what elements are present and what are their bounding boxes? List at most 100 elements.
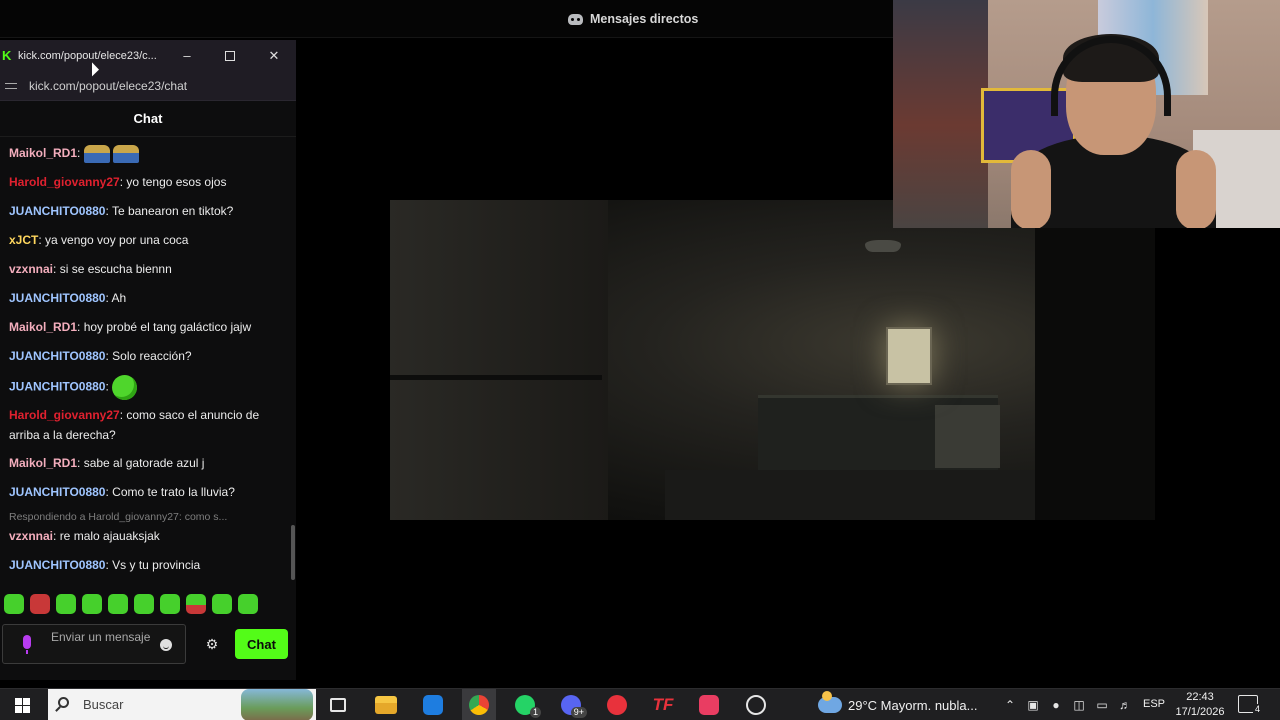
- webcam-shelf: [893, 0, 988, 228]
- discord-title-text: Mensajes directos: [590, 12, 699, 26]
- chat-username[interactable]: vzxnnai: [9, 262, 53, 276]
- stream-video[interactable]: [390, 200, 1155, 520]
- video-stove: [935, 405, 1000, 468]
- video-wall: [390, 200, 608, 520]
- start-button[interactable]: [10, 689, 34, 720]
- quick-emote[interactable]: [30, 594, 50, 614]
- chat-message[interactable]: Harold_giovanny27: como saco el anuncio …: [9, 405, 284, 445]
- address-bar[interactable]: kick.com/popout/elece23/chat: [0, 71, 296, 101]
- send-chat-button[interactable]: Chat: [235, 629, 288, 659]
- chat-message-text: sabe al gatorade azul j: [83, 456, 205, 470]
- video-ceiling-lamp: [865, 240, 901, 252]
- chat-username[interactable]: JUANCHITO0880: [9, 380, 105, 394]
- chat-message[interactable]: JUANCHITO0880: Te banearon en tiktok?: [9, 201, 284, 221]
- maximize-button[interactable]: [210, 40, 250, 71]
- minimize-button[interactable]: –: [167, 40, 207, 71]
- quick-emote[interactable]: [56, 594, 76, 614]
- tf-app-button[interactable]: TF: [650, 689, 676, 720]
- chat-username[interactable]: Maikol_RD1: [9, 146, 77, 160]
- chat-message-input[interactable]: Enviar un mensaje: [2, 624, 186, 664]
- chat-username[interactable]: JUANCHITO0880: [9, 349, 105, 363]
- quick-emote[interactable]: [238, 594, 258, 614]
- chat-message[interactable]: JUANCHITO0880: Como te trato la lluvia?: [9, 482, 284, 502]
- clock-date: 17/1/2026: [1175, 706, 1225, 718]
- slime-emote: [112, 375, 138, 400]
- weather-widget[interactable]: 29°C Mayorm. nubla...: [818, 689, 977, 720]
- quick-emote[interactable]: [212, 594, 232, 614]
- chat-separator: :: [77, 320, 84, 334]
- tiktok-button[interactable]: [697, 689, 721, 720]
- chat-username[interactable]: JUANCHITO0880: [9, 485, 105, 499]
- record-icon: [607, 695, 627, 715]
- video-floor: [665, 470, 1035, 520]
- chat-message[interactable]: JUANCHITO0880: Ah: [9, 288, 284, 308]
- chat-message[interactable]: JUANCHITO0880: Vs y tu provincia: [9, 555, 284, 575]
- chat-username[interactable]: xJCT: [9, 233, 38, 247]
- quick-emote[interactable]: [186, 594, 206, 614]
- file-explorer-button[interactable]: [374, 689, 398, 720]
- language-indicator[interactable]: ESP: [1143, 698, 1165, 710]
- chat-message-text: yo tengo esos ojos: [126, 175, 227, 189]
- quick-emote[interactable]: [160, 594, 180, 614]
- chat-username[interactable]: JUANCHITO0880: [9, 291, 105, 305]
- chat-message[interactable]: JUANCHITO0880:: [9, 375, 284, 400]
- chat-message[interactable]: Maikol_RD1: hoy probé el tang galáctico …: [9, 317, 284, 337]
- chevron-up-icon[interactable]: ⌃: [1003, 698, 1017, 712]
- close-button[interactable]: ✕: [254, 40, 294, 71]
- chat-message[interactable]: Maikol_RD1: sabe al gatorade azul j: [9, 453, 284, 473]
- taskbar-clock[interactable]: 22:43 17/1/2026: [1170, 690, 1230, 720]
- chat-message-text: Vs y tu provincia: [112, 558, 201, 572]
- search-highlight-image[interactable]: [241, 689, 313, 720]
- chat-username[interactable]: Harold_giovanny27: [9, 175, 120, 189]
- chat-username[interactable]: JUANCHITO0880: [9, 558, 105, 572]
- volume-icon[interactable]: ♬: [1118, 698, 1132, 712]
- network-icon[interactable]: ▭: [1095, 698, 1109, 712]
- windows-logo-icon: [14, 697, 30, 713]
- camera-icon[interactable]: ▣: [1026, 698, 1040, 712]
- chat-scrollbar[interactable]: [291, 525, 295, 580]
- chat-username[interactable]: Maikol_RD1: [9, 456, 77, 470]
- chat-message[interactable]: Maikol_RD1:: [9, 143, 284, 163]
- discord-title: Mensajes directos: [568, 12, 698, 26]
- quick-emote[interactable]: [82, 594, 102, 614]
- chat-username[interactable]: JUANCHITO0880: [9, 204, 105, 218]
- gear-icon[interactable]: ⚙: [205, 637, 219, 651]
- chat-separator: :: [77, 146, 84, 160]
- url-text[interactable]: kick.com/popout/elece23/chat: [29, 79, 187, 93]
- chat-message[interactable]: Harold_giovanny27: yo tengo esos ojos: [9, 172, 284, 192]
- store-button[interactable]: [421, 689, 445, 720]
- chrome-button[interactable]: [462, 689, 496, 720]
- chat-message-text: Te banearon en tiktok?: [111, 204, 234, 218]
- chat-message-text: Solo reacción?: [112, 349, 192, 363]
- chat-message-list[interactable]: Maikol_RD1: Harold_giovanny27: yo tengo …: [0, 139, 290, 590]
- microphone-icon[interactable]: [23, 635, 31, 654]
- chat-message[interactable]: vzxnnai: re malo ajauaksjak: [9, 526, 284, 546]
- quick-emote[interactable]: [4, 594, 24, 614]
- taskbar-search-box[interactable]: Buscar: [48, 689, 316, 720]
- chat-message[interactable]: JUANCHITO0880: Solo reacción?: [9, 346, 284, 366]
- chat-username[interactable]: vzxnnai: [9, 529, 53, 543]
- emoji-picker-icon[interactable]: [160, 639, 172, 651]
- quick-emote[interactable]: [134, 594, 154, 614]
- chrome-icon: [469, 695, 489, 715]
- quick-emote[interactable]: [108, 594, 128, 614]
- chat-separator: :: [77, 456, 84, 470]
- site-settings-icon[interactable]: [5, 81, 17, 91]
- obs-button[interactable]: [743, 689, 769, 720]
- chat-separator: :: [105, 379, 113, 394]
- streamer-arm: [1011, 150, 1051, 228]
- task-view-button[interactable]: [326, 689, 350, 720]
- chat-input-placeholder: Enviar un mensaje: [51, 630, 151, 644]
- popup-titlebar[interactable]: K kick.com/popout/elece23/c... – ✕: [0, 40, 296, 71]
- chat-username[interactable]: Harold_giovanny27: [9, 408, 120, 422]
- chat-username[interactable]: Maikol_RD1: [9, 320, 77, 334]
- record-app-button[interactable]: [605, 689, 629, 720]
- search-placeholder: Buscar: [83, 697, 124, 712]
- discord-button[interactable]: 9+: [558, 689, 587, 720]
- device-icon[interactable]: ◫: [1072, 698, 1086, 712]
- whatsapp-button[interactable]: 1: [512, 689, 541, 720]
- chat-message[interactable]: vzxnnai: si se escucha biennn: [9, 259, 284, 279]
- obs-icon: [746, 695, 766, 715]
- chat-message[interactable]: xJCT: ya vengo voy por una coca: [9, 230, 284, 250]
- microphone-tray-icon[interactable]: ●: [1049, 698, 1063, 712]
